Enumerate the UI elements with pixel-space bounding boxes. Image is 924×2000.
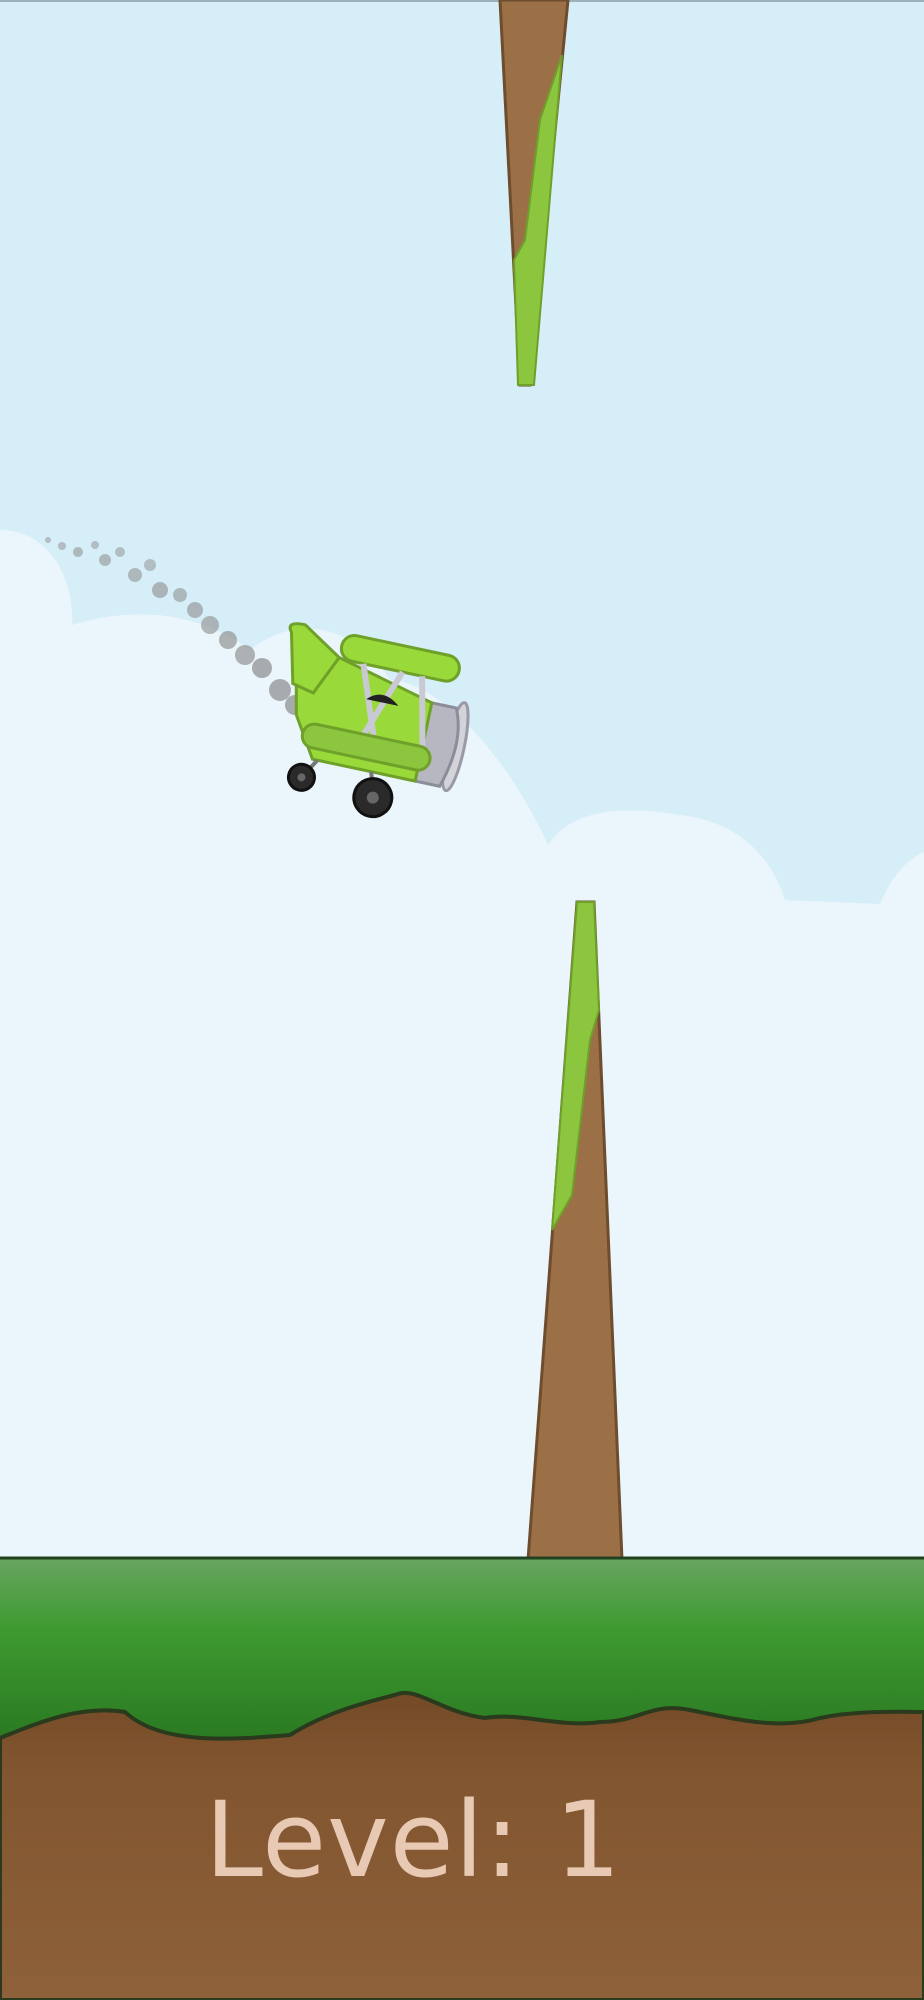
game-stage[interactable]: Level: 1 — [0, 0, 924, 2000]
level-label: Level: — [205, 1779, 521, 1901]
level-value: 1 — [554, 1779, 622, 1901]
level-indicator: Level: 1 — [205, 1780, 625, 1900]
game-scene — [0, 0, 924, 2000]
